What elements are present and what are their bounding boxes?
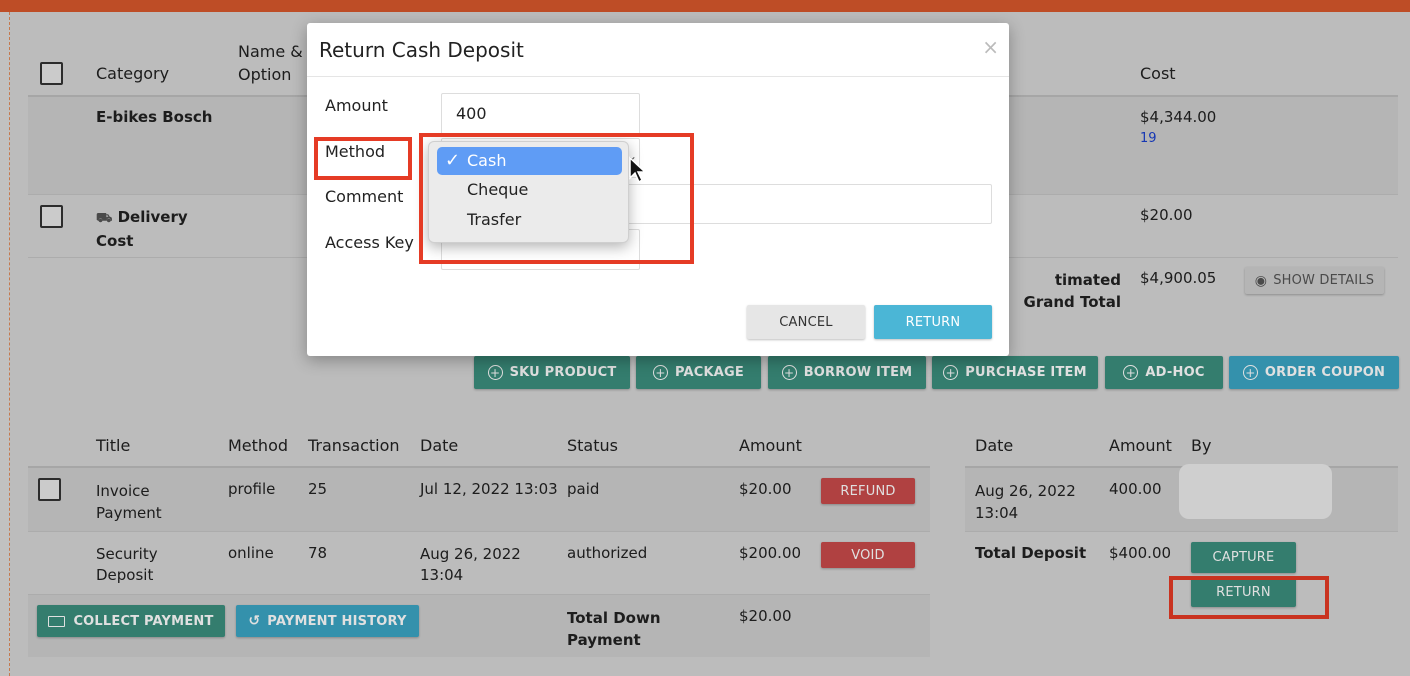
payment-date: Jul 12, 2022 13:03	[420, 480, 558, 498]
void-button[interactable]: VOID	[821, 542, 915, 568]
method-dropdown: ✓ Cash Cheque Trasfer	[428, 141, 629, 243]
capture-button[interactable]: CAPTURE	[1191, 542, 1296, 573]
history-icon: ↺	[248, 613, 261, 629]
button-label: PAYMENT HISTORY	[267, 613, 407, 629]
show-details-label: SHOW DETAILS	[1273, 273, 1375, 288]
divider	[965, 531, 1398, 532]
close-icon[interactable]: ×	[982, 35, 999, 59]
add-purchase-item-button[interactable]: + PURCHASE ITEM	[932, 356, 1098, 389]
modal-header: Return Cash Deposit ×	[307, 23, 1009, 77]
button-label: SKU PRODUCT	[509, 365, 617, 380]
plus-circle-icon: +	[652, 365, 668, 380]
option-label: Cash	[467, 151, 507, 170]
check-icon: ✓	[445, 150, 461, 171]
header-method: Method	[228, 436, 289, 455]
header-status: Status	[567, 436, 618, 455]
header-cost: Cost	[1140, 64, 1176, 83]
add-sku-product-button[interactable]: + SKU PRODUCT	[474, 356, 630, 389]
header-date: Date	[420, 436, 459, 455]
row-checkbox[interactable]	[38, 478, 61, 501]
access-key-label: Access Key	[325, 233, 414, 252]
amount-label: Amount	[325, 96, 388, 115]
refund-button[interactable]: REFUND	[821, 478, 915, 504]
header-deposit-by: By	[1191, 436, 1212, 455]
payment-amount: $20.00	[739, 480, 792, 498]
payment-method: online	[228, 544, 274, 562]
plus-circle-icon: +	[781, 365, 797, 380]
option-label: Trasfer	[467, 210, 522, 229]
header-amount: Amount	[739, 436, 802, 455]
grand-total-label: timated Grand Total	[1023, 271, 1121, 311]
button-label: BORROW ITEM	[803, 365, 913, 380]
button-label: AD-HOC	[1145, 365, 1205, 380]
deposit-date: Aug 26, 2022 13:04	[975, 482, 1076, 522]
amount-input[interactable]: 400	[441, 93, 640, 135]
add-package-button[interactable]: + PACKAGE	[636, 356, 761, 389]
header-name-option: Name & Option	[238, 42, 303, 84]
cost-link[interactable]: 19	[1140, 131, 1157, 146]
plus-circle-icon: +	[1123, 365, 1139, 380]
button-label: ORDER COUPON	[1264, 365, 1386, 380]
payment-history-button[interactable]: ↺ PAYMENT HISTORY	[236, 605, 419, 637]
comment-label: Comment	[325, 187, 404, 206]
button-label: COLLECT PAYMENT	[73, 613, 214, 629]
header-category: Category	[96, 64, 170, 83]
eye-icon: ◉	[1254, 272, 1268, 289]
payment-status: paid	[567, 480, 600, 498]
payment-title: Security Deposit	[96, 545, 158, 584]
cash-icon	[48, 615, 66, 627]
show-details-button[interactable]: ◉ SHOW DETAILS	[1245, 267, 1384, 294]
return-cash-deposit-modal: Return Cash Deposit × Amount 400 Method …	[307, 23, 1009, 356]
method-label: Method	[325, 142, 386, 161]
add-borrow-item-button[interactable]: + BORROW ITEM	[768, 356, 926, 389]
header-deposit-amount: Amount	[1109, 436, 1172, 455]
total-deposit-value: $400.00	[1109, 544, 1172, 562]
top-bar	[0, 0, 1410, 12]
left-edge	[0, 12, 10, 676]
category-delivery: ⛟ Delivery Cost	[96, 206, 206, 252]
header-transaction: Transaction	[308, 436, 400, 455]
collect-payment-button[interactable]: COLLECT PAYMENT	[37, 605, 225, 637]
header-title: Title	[96, 436, 131, 455]
plus-circle-icon: +	[943, 365, 959, 380]
option-cash[interactable]: ✓ Cash	[437, 147, 622, 175]
button-label: PACKAGE	[674, 365, 745, 380]
add-ad-hoc-button[interactable]: + AD-HOC	[1105, 356, 1223, 389]
cancel-button[interactable]: CANCEL	[747, 305, 865, 339]
header-deposit-date: Date	[975, 436, 1014, 455]
row-checkbox[interactable]	[40, 205, 63, 228]
deposit-amount: 400.00	[1109, 480, 1162, 498]
plus-circle-icon: +	[1242, 365, 1258, 380]
redacted-user	[1179, 464, 1332, 519]
payment-amount: $200.00	[739, 544, 802, 562]
add-order-coupon-button[interactable]: + ORDER COUPON	[1229, 356, 1399, 389]
total-down-label: Total Down Payment	[567, 609, 661, 649]
grand-total-value: $4,900.05	[1140, 269, 1217, 287]
total-deposit-label: Total Deposit	[975, 544, 1087, 562]
truck-icon: ⛟	[96, 211, 113, 226]
return-button[interactable]: RETURN	[874, 305, 992, 339]
plus-circle-icon: +	[487, 365, 503, 380]
select-all-checkbox[interactable]	[40, 62, 63, 85]
option-cheque[interactable]: Cheque	[437, 176, 622, 204]
modal-title: Return Cash Deposit	[319, 38, 524, 62]
payment-title: Invoice Payment	[96, 482, 162, 522]
cost-value: $4,344.00	[1140, 108, 1217, 126]
cost-value: $20.00	[1140, 206, 1193, 224]
payment-transaction: 25	[308, 480, 328, 498]
option-transfer[interactable]: Trasfer	[437, 206, 622, 234]
mouse-cursor-icon	[629, 156, 647, 184]
payment-status: authorized	[567, 544, 648, 562]
return-deposit-button[interactable]: RETURN	[1191, 577, 1296, 607]
payment-date: Aug 26, 2022 13:04	[420, 545, 521, 584]
payment-method: profile	[228, 480, 276, 498]
payment-transaction: 78	[308, 544, 328, 562]
divider	[28, 531, 930, 532]
option-label: Cheque	[467, 180, 529, 199]
total-down-value: $20.00	[739, 607, 792, 625]
button-label: PURCHASE ITEM	[965, 365, 1087, 380]
category-ebikes: E-bikes Bosch	[96, 108, 213, 126]
